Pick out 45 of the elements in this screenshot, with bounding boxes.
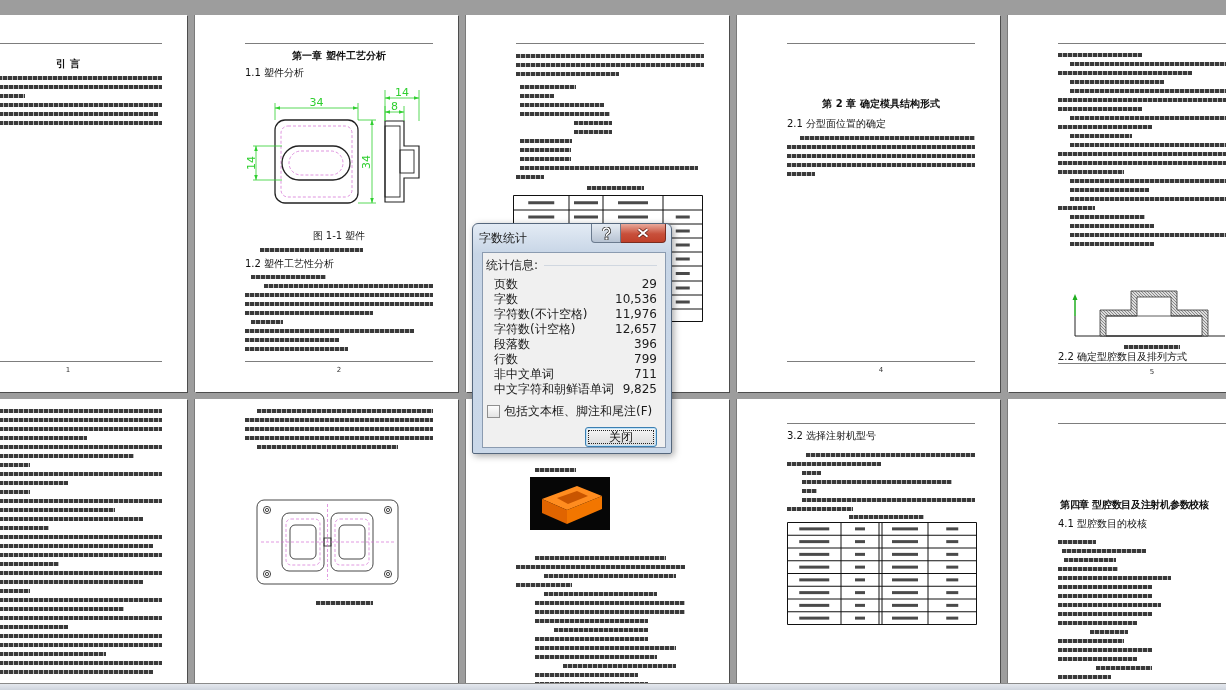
stat-label: 段落数 <box>494 336 530 351</box>
stat-label: 字符数(计空格) <box>494 321 576 336</box>
stat-label: 非中文单词 <box>494 366 554 381</box>
stat-value: 11,976 <box>615 306 657 321</box>
dimension-label: 34 <box>309 96 324 109</box>
chapter-title: 第四章 型腔数目及注射机参数校核 <box>1060 499 1209 511</box>
stat-value: 12,657 <box>615 321 657 336</box>
figure-caption: 图 1-1 塑件 <box>312 230 366 242</box>
help-button[interactable] <box>591 224 621 243</box>
section-title: 1.1 塑件分析 <box>245 67 305 79</box>
dimension-label: 14 <box>395 86 409 99</box>
text-lines-drawing <box>534 468 577 472</box>
stat-label: 行数 <box>494 351 518 366</box>
stat-value: 10,536 <box>615 291 657 306</box>
dialog-title: 字数统计 <box>479 231 527 245</box>
include-checkbox[interactable] <box>487 404 500 418</box>
stat-label: 页数 <box>494 276 518 291</box>
text-lines-drawing <box>1123 345 1181 349</box>
section-title: 4.1 型腔数目的校核 <box>1058 518 1148 530</box>
checkbox-label[interactable]: 包括文本框、脚注和尾注(F) <box>504 404 653 418</box>
stat-value: 799 <box>634 351 657 366</box>
stat-label: 中文字符和朝鲜语单词 <box>494 381 614 396</box>
text-lines-drawing <box>316 601 373 605</box>
close-icon <box>637 228 649 238</box>
text-lines-drawing <box>587 186 644 190</box>
dimension-label: 34 <box>360 155 373 169</box>
close-button[interactable]: 关闭 <box>585 427 657 447</box>
stat-value: 711 <box>634 366 657 381</box>
window-close-button[interactable] <box>621 224 666 243</box>
section-title: 2.2 确定型腔数目及排列方式 <box>1058 351 1188 363</box>
chapter-title: 第一章 塑件工艺分析 <box>292 50 386 62</box>
stat-value: 29 <box>641 276 657 291</box>
stat-label: 字符数(不计空格) <box>494 306 588 321</box>
help-icon <box>601 226 611 240</box>
chapter-title: 第 2 章 确定模具结构形式 <box>822 98 940 110</box>
group-label: 统计信息: <box>486 259 539 272</box>
section-title: 1.2 塑件工艺性分析 <box>245 258 335 270</box>
section-title: 3.2 选择注射机型号 <box>787 430 877 442</box>
chapter-title: 引 言 <box>56 58 80 70</box>
section-title: 2.1 分型面位置的确定 <box>787 118 887 130</box>
dimension-label: 8 <box>391 100 398 113</box>
stat-value: 9,825 <box>622 381 657 396</box>
stat-label: 字数 <box>494 291 518 306</box>
dimension-label: 14 <box>245 156 258 170</box>
stat-value: 396 <box>634 336 657 351</box>
